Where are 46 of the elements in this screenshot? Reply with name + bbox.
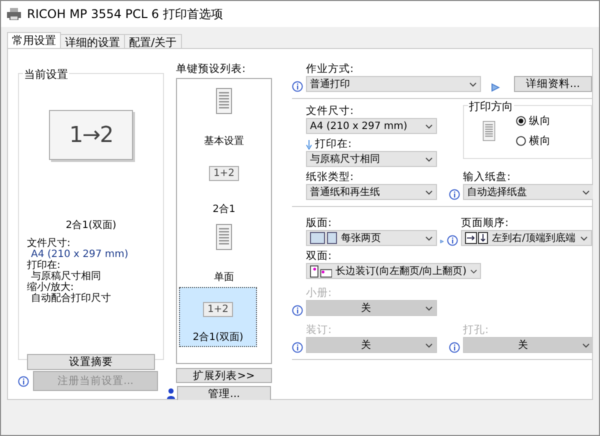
field-label: 输入纸盘: (463, 171, 512, 184)
detail-label: 缩小/放大: (27, 282, 74, 293)
two-in-one-icon: 1+2 (209, 166, 239, 181)
field-label: 打印在: (315, 138, 352, 151)
field-label: 小册: (306, 287, 333, 300)
group-title: 当前设置 (23, 67, 69, 82)
tab[interactable]: 详细的设置 (60, 34, 125, 48)
field-label: 页面顺序: (461, 217, 510, 230)
expand-list-button[interactable]: 扩展列表>> (176, 368, 272, 383)
detail-value: 自动配合打印尺寸 (30, 293, 112, 304)
detail-label: 打印在: (27, 260, 62, 271)
preset-item[interactable]: 1+2 2合1 (185, 151, 263, 219)
group-title: 打印方向 (468, 99, 514, 114)
radio-option[interactable]: 横向 (516, 134, 551, 148)
preset-item[interactable]: 单面 (185, 219, 263, 287)
detail-value: A4 (210 x 297 mm) (31, 249, 130, 260)
tab[interactable]: 常用设置 (7, 32, 61, 48)
field-label: 装订: (306, 324, 333, 337)
dropdown[interactable]: 长边装订(向左翻页/向上翻页) (306, 263, 481, 279)
manage-button[interactable]: 管理... (177, 386, 271, 401)
settings-name: 2合1(双面) (64, 219, 118, 232)
dropdown[interactable]: 普通打印 (306, 76, 481, 92)
field-label: 版面: (306, 217, 333, 230)
field-label: 文件尺寸: (306, 105, 355, 118)
summary-button[interactable]: 设置摘要 (27, 354, 155, 370)
dropdown[interactable]: A4 (210 x 297 mm) (306, 118, 437, 134)
field-label: 打孔: (463, 324, 490, 337)
dropdown[interactable]: 左到右/顶端到底端 (461, 230, 592, 246)
preset-item[interactable]: 1+2 2合1(双面) (179, 287, 257, 347)
dropdown[interactable]: 与原稿尺寸相同 (306, 151, 437, 167)
detail-label: 文件尺寸: (27, 238, 72, 249)
detail-value: 与原稿尺寸相同 (31, 271, 102, 282)
radio-option[interactable]: 纵向 (516, 114, 551, 128)
preset-item[interactable]: 基本设置 (185, 83, 263, 151)
field-label: 作业方式: (306, 63, 355, 76)
field-label: 双面: (306, 250, 333, 263)
dropdown[interactable]: 自动选择纸盘 (463, 184, 594, 200)
tab[interactable]: 配置/关于 (124, 34, 182, 48)
list-title: 单键预设列表: (176, 63, 247, 76)
details-button[interactable]: 详细资料... (514, 76, 592, 92)
field-label: 纸张类型: (306, 171, 355, 184)
two-in-one-icon: 1+2 (203, 302, 233, 317)
dropdown[interactable]: 普通纸和再生纸 (306, 184, 437, 200)
dropdown[interactable]: 每张两页 (306, 230, 437, 246)
window-title: RICOH MP 3554 PCL 6 打印首选项 (27, 6, 223, 22)
duplex-preview-drawing: 1→2 (49, 110, 133, 160)
